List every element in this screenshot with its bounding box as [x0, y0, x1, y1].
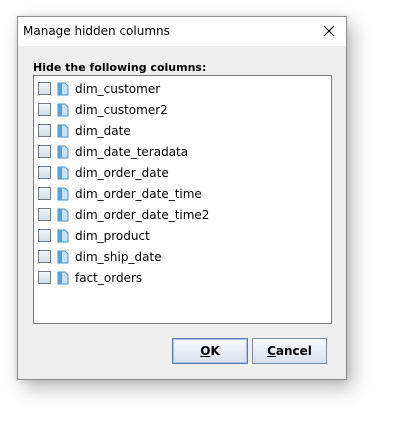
- table-icon: [57, 82, 69, 96]
- table-icon: [57, 250, 69, 264]
- table-icon: [57, 208, 69, 222]
- column-label: dim_order_date: [75, 166, 169, 180]
- column-checkbox[interactable]: [38, 82, 51, 95]
- cancel-label-rest: ancel: [275, 344, 312, 358]
- column-label: dim_date_teradata: [75, 145, 189, 159]
- dialog-title: Manage hidden columns: [23, 24, 170, 38]
- table-icon: [57, 229, 69, 243]
- column-checkbox[interactable]: [38, 103, 51, 116]
- list-item[interactable]: dim_product: [38, 227, 318, 245]
- column-label: dim_ship_date: [75, 250, 162, 264]
- title-bar: Manage hidden columns: [18, 17, 346, 46]
- list-item[interactable]: dim_ship_date: [38, 248, 318, 266]
- column-checkbox[interactable]: [38, 166, 51, 179]
- list-item[interactable]: dim_order_date_time: [38, 185, 318, 203]
- table-icon: [57, 124, 69, 138]
- table-icon: [57, 187, 69, 201]
- column-label: dim_customer2: [75, 103, 168, 117]
- column-checkbox[interactable]: [38, 229, 51, 242]
- hide-columns-label: Hide the following columns:: [33, 61, 207, 74]
- column-label: fact_orders: [75, 271, 143, 285]
- column-checkbox[interactable]: [38, 187, 51, 200]
- cancel-button[interactable]: Cancel: [252, 338, 327, 364]
- ok-button[interactable]: OK: [172, 338, 248, 364]
- column-label: dim_order_date_time: [75, 187, 202, 201]
- table-icon: [57, 166, 69, 180]
- column-label: dim_date: [75, 124, 131, 138]
- table-icon: [57, 103, 69, 117]
- columns-list[interactable]: dim_customer dim_customer2 dim_date dim_…: [33, 75, 332, 324]
- column-label: dim_product: [75, 229, 150, 243]
- ok-label-rest: K: [210, 344, 220, 358]
- column-checkbox[interactable]: [38, 250, 51, 263]
- close-button[interactable]: [315, 18, 343, 44]
- table-icon: [57, 271, 69, 285]
- list-item[interactable]: dim_order_date: [38, 164, 318, 182]
- column-checkbox[interactable]: [38, 145, 51, 158]
- list-item[interactable]: dim_order_date_time2: [38, 206, 318, 224]
- column-checkbox[interactable]: [38, 124, 51, 137]
- column-label: dim_customer: [75, 82, 161, 96]
- ok-mnemonic: O: [200, 344, 211, 358]
- column-checkbox[interactable]: [38, 208, 51, 221]
- list-item[interactable]: dim_customer2: [38, 101, 318, 119]
- list-item[interactable]: dim_date: [38, 122, 318, 140]
- column-checkbox[interactable]: [38, 271, 51, 284]
- table-icon: [57, 145, 69, 159]
- manage-hidden-columns-dialog: Manage hidden columns Hide the following…: [17, 16, 347, 380]
- column-label: dim_order_date_time2: [75, 208, 210, 222]
- close-icon: [323, 25, 335, 37]
- list-item[interactable]: dim_customer: [38, 80, 318, 98]
- cancel-mnemonic: C: [267, 344, 276, 358]
- list-item[interactable]: fact_orders: [38, 269, 318, 287]
- list-item[interactable]: dim_date_teradata: [38, 143, 318, 161]
